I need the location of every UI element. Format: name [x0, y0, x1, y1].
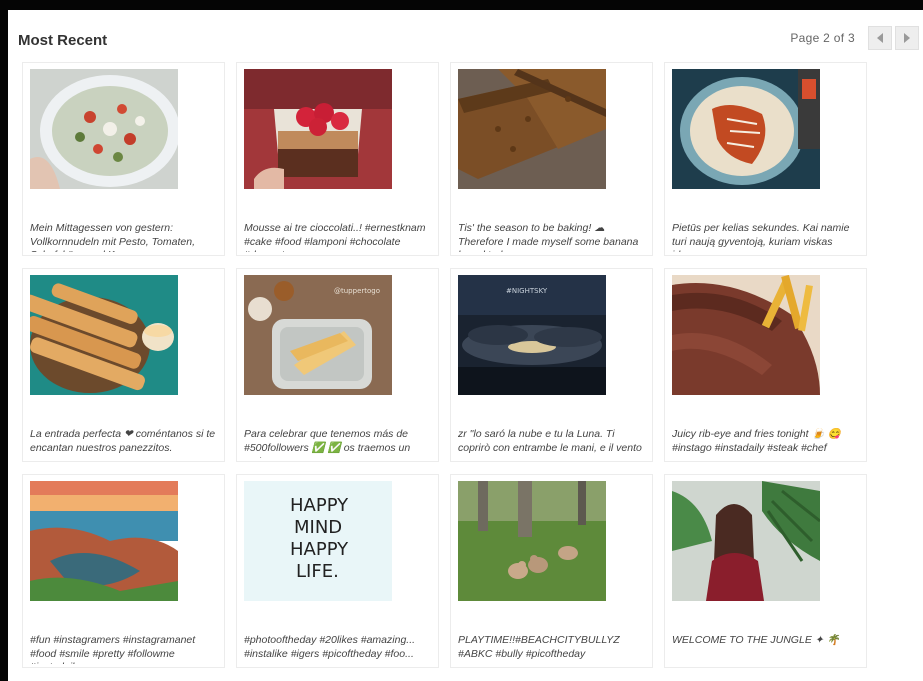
post-caption: Juicy rib-eye and fries tonight 🍺 😋 #ins… — [672, 428, 841, 454]
post-image-bread-sticks[interactable] — [30, 275, 178, 395]
post-caption: Para celebrar que tenemos más de #500fol… — [244, 428, 411, 458]
window-top-border — [0, 0, 923, 10]
widget-header: Most Recent Page 2 of 3 — [8, 10, 923, 62]
post-caption: La entrada perfecta ❤ coméntanos si te e… — [30, 428, 216, 454]
post-caption: #fun #instagramers #instagramanet #food … — [30, 634, 196, 664]
post-card[interactable]: La entrada perfecta ❤ coméntanos si te e… — [22, 268, 225, 462]
post-card[interactable]: Pietūs per kelias sekundes. Kai namie tu… — [664, 62, 867, 256]
post-card[interactable]: Juicy rib-eye and fries tonight 🍺 😋 #ins… — [664, 268, 867, 462]
post-caption: #photooftheday #20likes #amazing... #ins… — [244, 634, 416, 660]
post-card[interactable]: HAPPY MIND HAPPY LIFE. #photooftheday #2… — [236, 474, 439, 668]
post-caption: zr "lo saró la nube e tu la Luna. Ti cop… — [458, 428, 642, 454]
svg-text:LIFE.: LIFE. — [296, 561, 339, 582]
svg-text:MIND: MIND — [294, 517, 342, 538]
post-card[interactable]: WELCOME TO THE JUNGLE ✦ 🌴 — [664, 474, 867, 668]
post-image-tortilla[interactable] — [672, 69, 820, 189]
post-image-pasta-salad[interactable] — [30, 69, 178, 189]
post-caption: Mousse ai tre cioccolati..! #ernestknam … — [244, 222, 426, 252]
post-caption: Pietūs per kelias sekundes. Kai namie tu… — [672, 222, 850, 252]
post-image-rocky-shore[interactable] — [30, 481, 178, 601]
pagination: Page 2 of 3 — [790, 26, 919, 50]
post-card[interactable]: #fun #instagramers #instagramanet #food … — [22, 474, 225, 668]
post-image-steak-fries[interactable] — [672, 275, 820, 395]
post-image-banana-bread[interactable] — [458, 69, 606, 189]
post-caption: Mein Mittagessen von gestern: Vollkornnu… — [30, 222, 195, 252]
svg-text:@tuppertogo: @tuppertogo — [334, 287, 380, 295]
post-card[interactable]: @tuppertogo Para celebrar que tenemos má… — [236, 268, 439, 462]
post-card[interactable]: Tis' the season to be baking! ☁Therefore… — [450, 62, 653, 256]
post-card[interactable]: Mein Mittagessen von gestern: Vollkornnu… — [22, 62, 225, 256]
post-image-night-sky[interactable]: #NIGHTSKY — [458, 275, 606, 395]
triangle-left-icon — [877, 33, 883, 43]
prev-page-button[interactable] — [868, 26, 892, 50]
post-card[interactable]: Mousse ai tre cioccolati..! #ernestknam … — [236, 62, 439, 256]
post-image-dogs-park[interactable] — [458, 481, 606, 601]
svg-text:HAPPY: HAPPY — [290, 539, 349, 560]
section-title: Most Recent — [18, 32, 108, 49]
post-image-happy-mind[interactable]: HAPPY MIND HAPPY LIFE. — [244, 481, 392, 601]
post-card[interactable]: PLAYTIME!!#BEACHCITYBULLYZ #ABKC #bully … — [450, 474, 653, 668]
svg-text:#NIGHTSKY: #NIGHTSKY — [506, 287, 548, 295]
next-page-button[interactable] — [895, 26, 919, 50]
triangle-right-icon — [904, 33, 910, 43]
post-image-raspberry-mousse[interactable] — [244, 69, 392, 189]
post-caption: WELCOME TO THE JUNGLE ✦ 🌴 — [672, 634, 840, 646]
page-indicator: Page 2 of 3 — [790, 31, 855, 45]
post-image-crepes[interactable]: @tuppertogo — [244, 275, 392, 395]
svg-text:HAPPY: HAPPY — [290, 495, 349, 516]
post-image-woman-palms[interactable] — [672, 481, 820, 601]
post-caption: PLAYTIME!!#BEACHCITYBULLYZ #ABKC #bully … — [458, 634, 620, 660]
window-left-border — [0, 0, 8, 681]
post-caption: Tis' the season to be baking! ☁Therefore… — [458, 222, 639, 252]
post-card[interactable]: #NIGHTSKY zr "lo saró la nube e tu la Lu… — [450, 268, 653, 462]
